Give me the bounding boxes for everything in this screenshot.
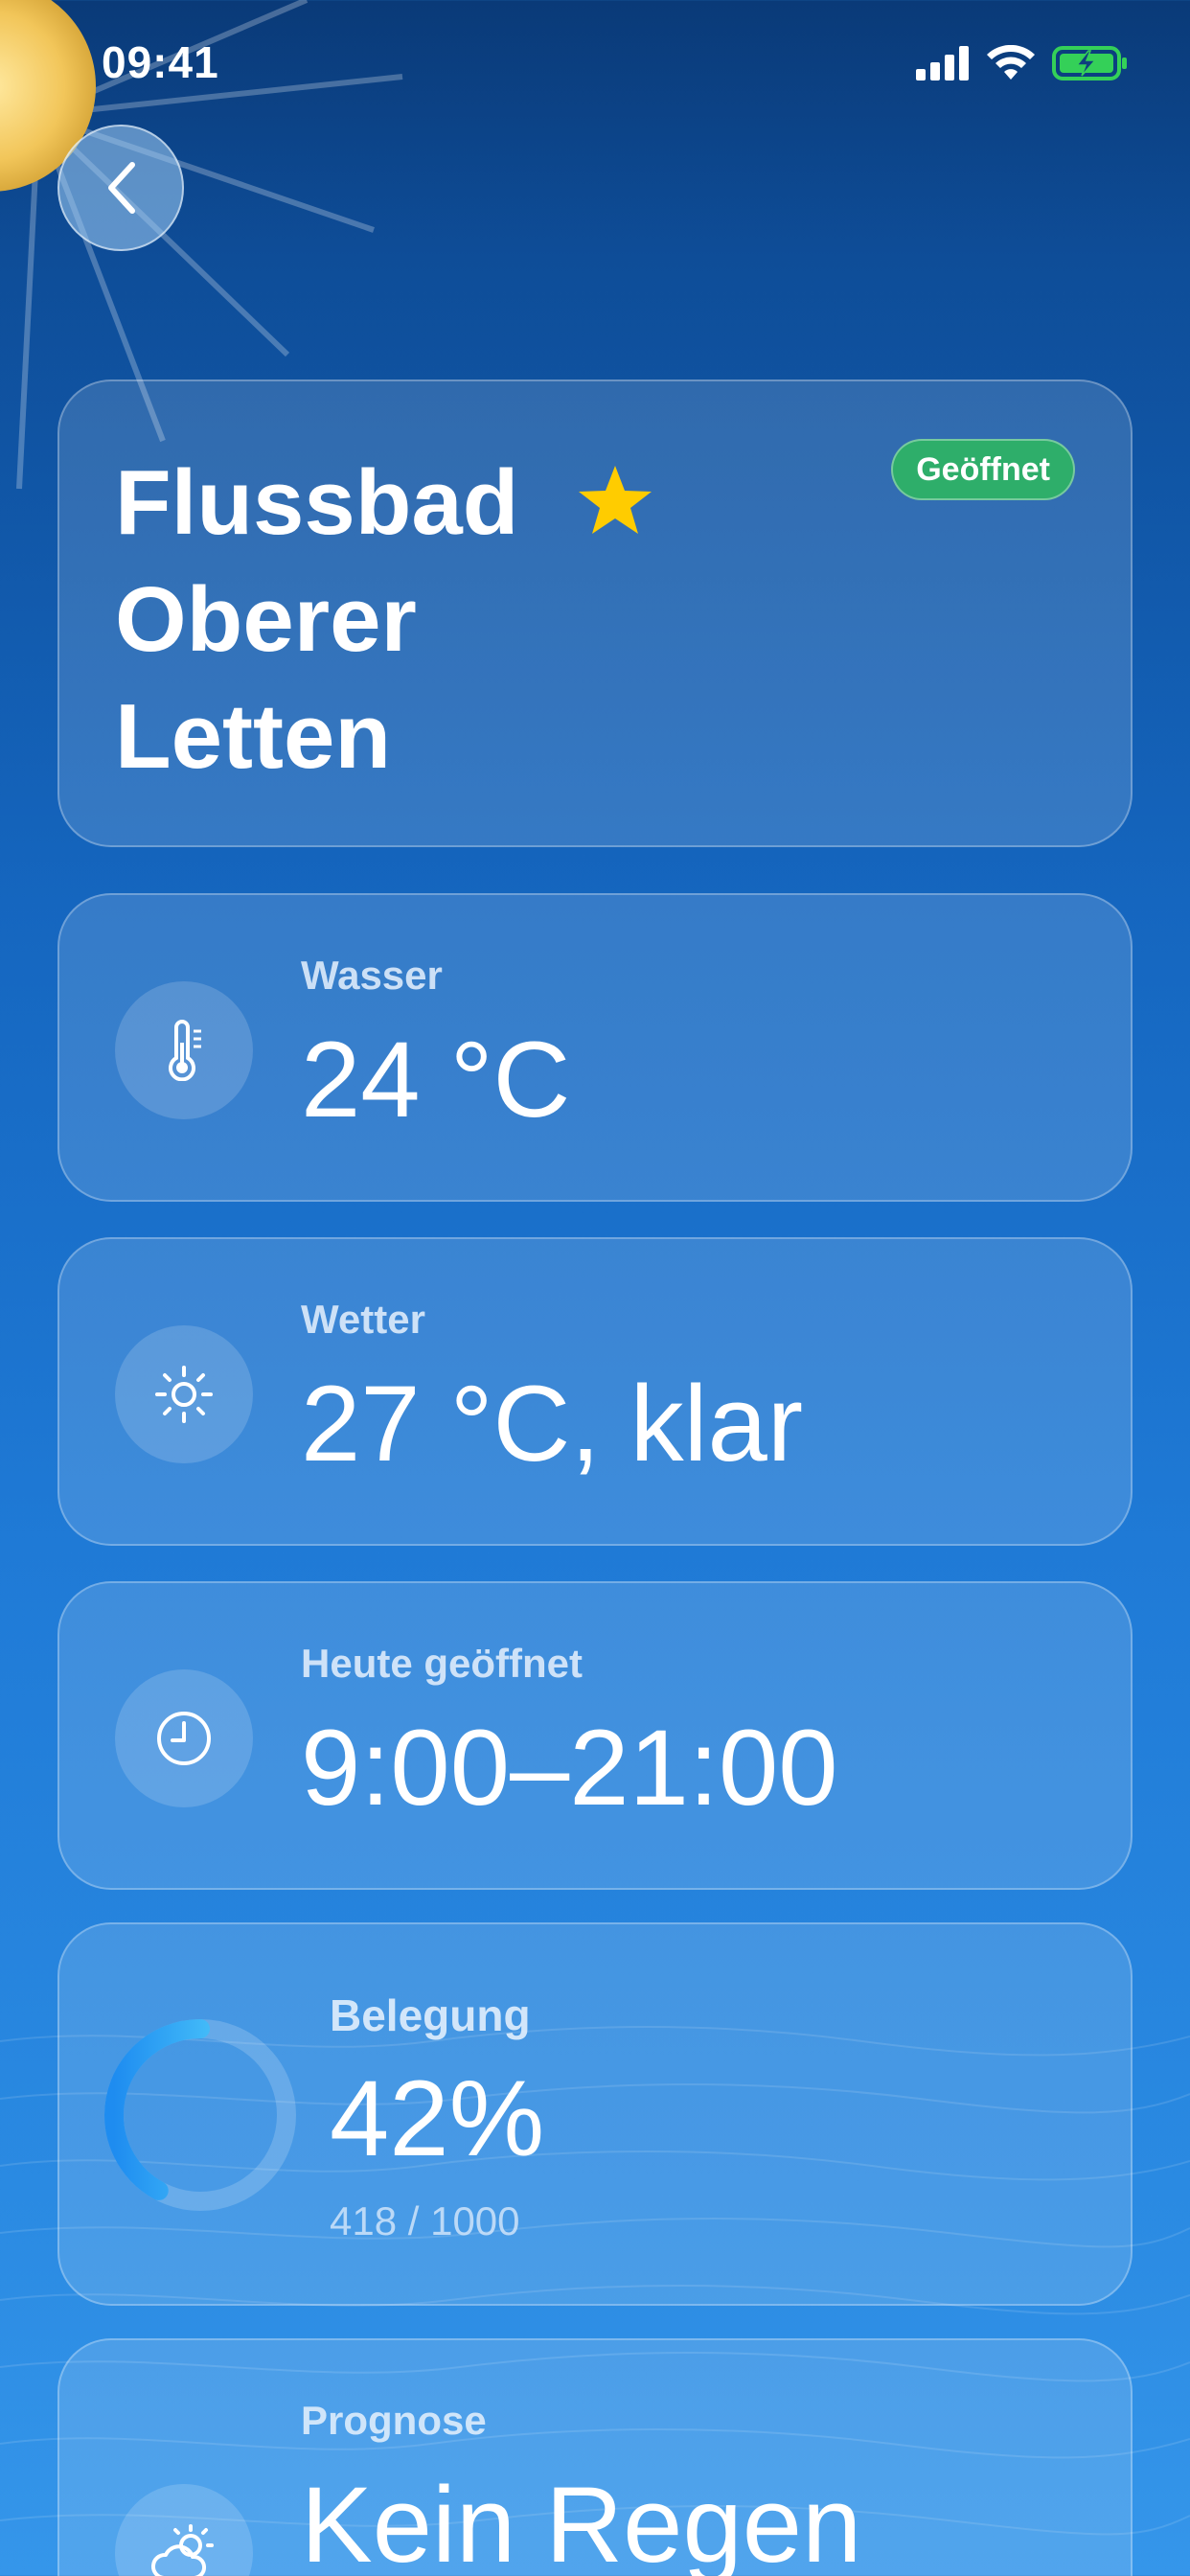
thermometer-icon-circle	[115, 981, 253, 1119]
occupancy-card: Belegung 42% 418 / 1000	[57, 1922, 1133, 2306]
signal-icon	[916, 46, 969, 80]
pool-name: Flussbad Oberer Letten	[115, 451, 519, 788]
occupancy-label: Belegung	[330, 1990, 531, 2040]
occupancy-detail: 418 / 1000	[330, 2198, 520, 2243]
water-label: Wasser	[301, 953, 443, 998]
clock-icon	[157, 1712, 211, 1765]
thermometer-icon	[169, 1020, 201, 1081]
forecast-label: Prognose	[301, 2398, 487, 2443]
chevron-left-icon	[108, 162, 135, 214]
status-badge: Geöffnet	[891, 439, 1075, 500]
sun-icon-circle	[115, 1325, 253, 1463]
hours-value: 9:00–21:00	[301, 1708, 838, 1828]
battery-icon	[1052, 46, 1127, 80]
back-button[interactable]	[57, 125, 184, 251]
pool-header-card: Flussbad Oberer Letten Geöffnet	[57, 380, 1133, 847]
occupancy-value: 42%	[330, 2058, 545, 2178]
forecast-value: Kein Regen	[301, 2465, 862, 2576]
status-icons	[916, 44, 1129, 82]
clock-icon-circle	[115, 1669, 253, 1807]
hours-label: Heute geöffnet	[301, 1641, 583, 1686]
cloud-sun-icon	[151, 2524, 214, 2576]
weather-value: 27 °C, klar	[301, 1364, 804, 1484]
sun-icon	[155, 1366, 213, 1423]
weather-label: Wetter	[301, 1297, 425, 1342]
cloud-sun-icon-circle	[115, 2484, 253, 2576]
occupancy-progress-ring	[104, 2019, 296, 2211]
status-time: 09:41	[102, 37, 219, 87]
wifi-icon	[987, 45, 1035, 80]
status-bar: 09:41	[0, 0, 1190, 134]
forecast-card: Prognose Kein Regen	[57, 2338, 1133, 2576]
weather-card: Wetter 27 °C, klar	[57, 1237, 1133, 1546]
opening-hours-card: Heute geöffnet 9:00–21:00	[57, 1581, 1133, 1890]
water-temperature-card: Wasser 24 °C	[57, 893, 1133, 1202]
favorite-star-icon[interactable]	[577, 464, 653, 537]
water-value: 24 °C	[301, 1020, 571, 1139]
